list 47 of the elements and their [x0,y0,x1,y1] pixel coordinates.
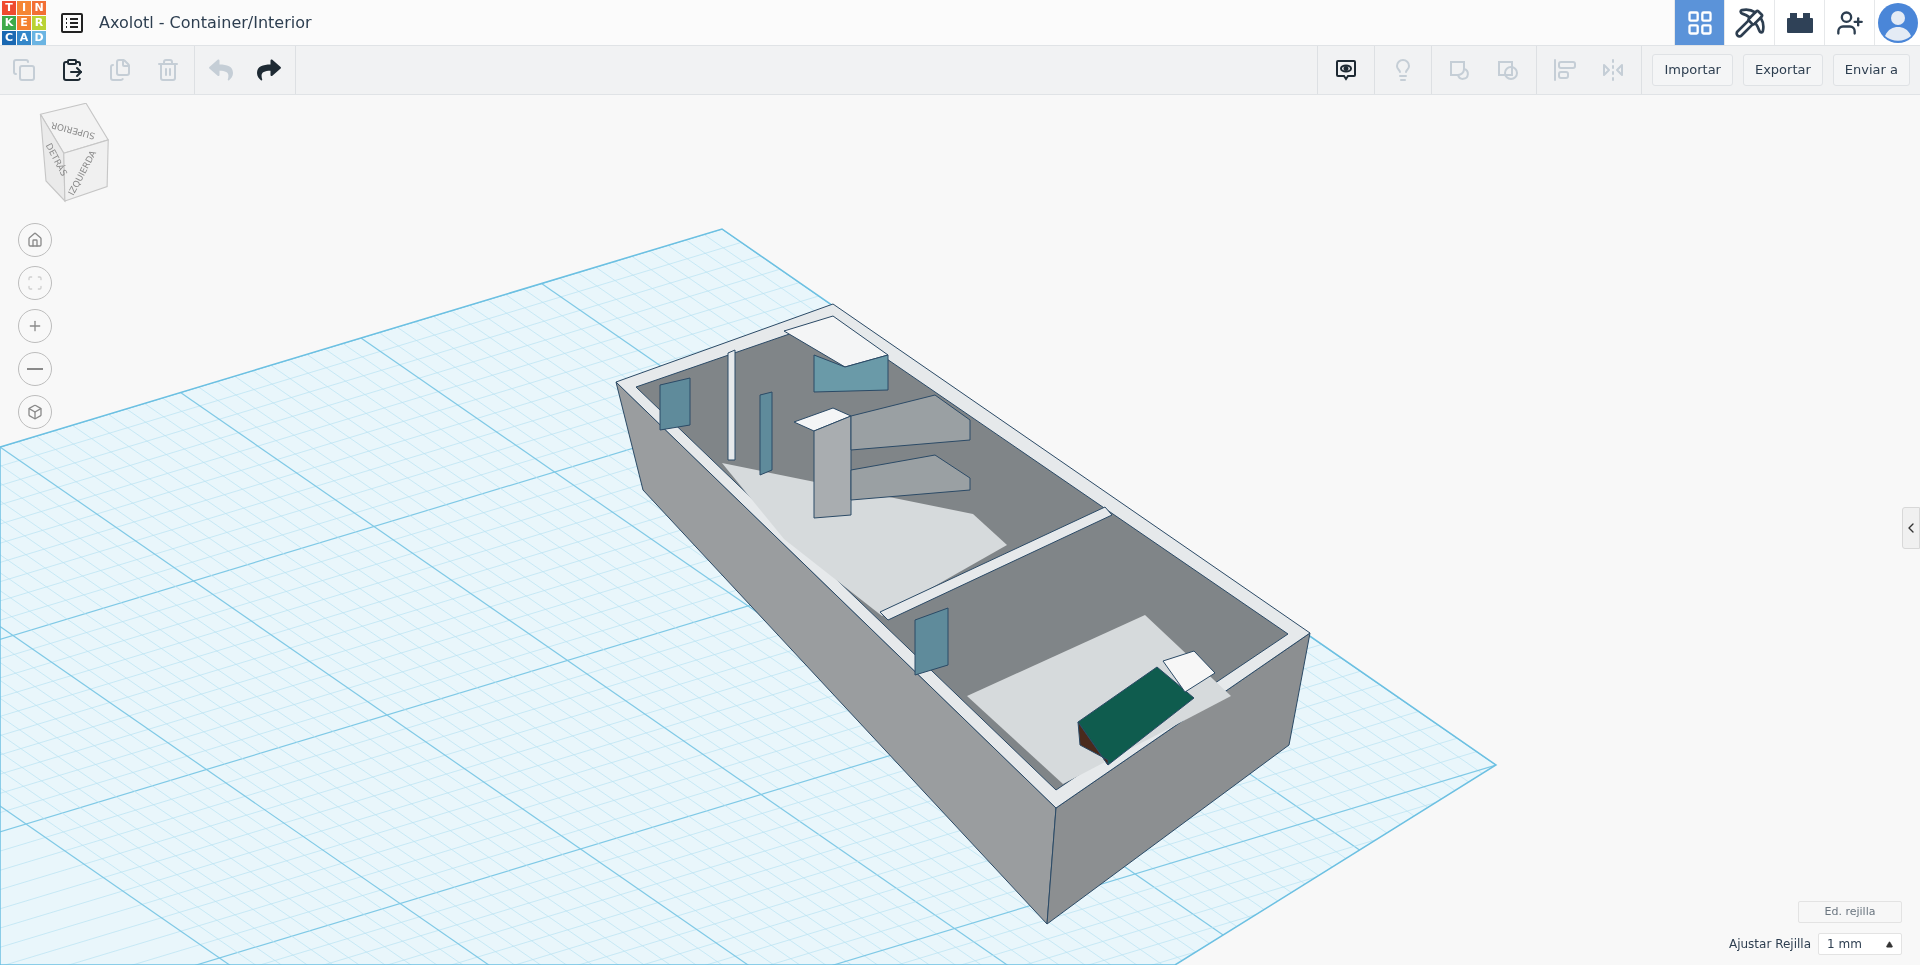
align-icon [1553,58,1578,82]
side-panel-toggle[interactable] [1902,507,1920,549]
fit-frame-icon [27,275,43,291]
profile-button[interactable] [1874,0,1920,45]
undo-arrow-icon [209,58,233,82]
toolbar-action-button[interactable]: Enviar a [1832,54,1910,86]
duplicate-icon [108,58,132,82]
snap-grid-dropdown[interactable]: 1 mm [1818,933,1902,955]
logo-letter: C [2,30,16,45]
square-circle-icon [1496,58,1521,82]
logo-letter: N [32,0,46,15]
paste-icon [60,58,84,82]
edit-grid-button[interactable]: Ed. rejilla [1798,901,1902,923]
list-menu-icon[interactable] [60,10,84,35]
logo-letter: K [2,15,16,30]
logo-letter: T [2,0,16,15]
cube-icon [27,404,43,420]
brick-view-button[interactable] [1774,0,1824,45]
zoom-in-icon [27,318,43,334]
trash-icon [156,58,180,82]
add-user-view-button[interactable] [1824,0,1874,45]
logo-letter: A [17,30,31,45]
eye-speech-bubble-icon [1334,58,1359,82]
home-button[interactable] [18,223,52,257]
copy-icon [12,58,36,82]
perspective-button[interactable] [18,395,52,429]
add-user-icon [1835,8,1864,37]
home-icon [27,232,43,248]
mirror-icon [1601,58,1626,82]
logo-letter: E [17,15,31,30]
brick-icon [1785,12,1814,33]
logo-letter: I [17,0,31,15]
toolbar-action-button[interactable]: Exportar [1742,54,1823,86]
pickaxe-view-button[interactable] [1724,0,1774,45]
zoom-out-button[interactable] [18,352,52,386]
caret-icon [1886,940,1893,948]
toolbar-action-button[interactable]: Importar [1652,54,1733,86]
pickaxe-icon [1733,6,1766,39]
grid-icon [1685,8,1714,37]
logo[interactable]: T I N K E R C A D [2,0,46,45]
snap-grid-label: Ajustar Rejilla [1728,936,1811,953]
zoom-in-button[interactable] [18,309,52,343]
avatar-icon [1877,2,1918,43]
logo-letter: R [32,15,46,30]
redo-arrow-icon [257,58,281,82]
logo-letter: D [32,30,46,45]
design-title[interactable]: Axolotl - Container/Interior [99,10,312,35]
